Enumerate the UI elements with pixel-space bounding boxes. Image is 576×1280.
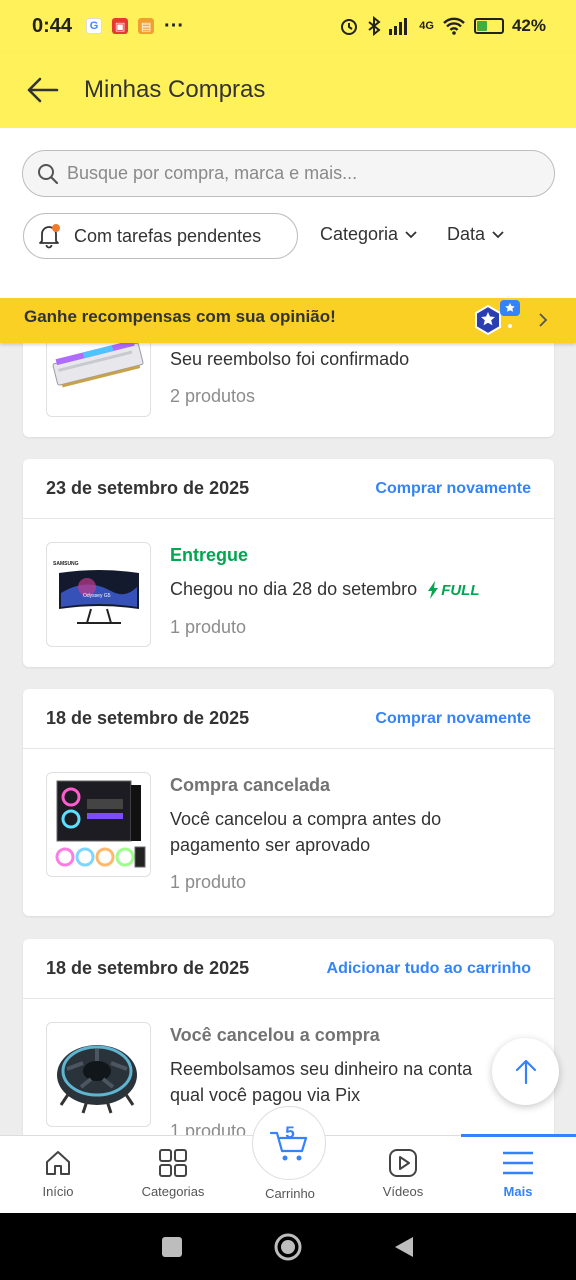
search-input[interactable]: Busque por compra, marca e mais... bbox=[22, 150, 555, 197]
back-triangle-icon[interactable] bbox=[393, 1235, 415, 1259]
back-button[interactable] bbox=[0, 52, 84, 128]
card-header: 23 de setembro de 2025 Comprar novamente bbox=[23, 459, 554, 519]
nav-cart-label: Carrinho bbox=[265, 1186, 315, 1201]
pending-tasks-chip[interactable]: Com tarefas pendentes bbox=[23, 213, 298, 259]
notes-app-icon: ▤ bbox=[138, 18, 155, 34]
system-navigation-bar bbox=[0, 1213, 576, 1280]
order-status: Entregue bbox=[170, 545, 249, 565]
banner-text: Ganhe recompensas com sua opinião! bbox=[24, 306, 336, 326]
add-all-to-cart-button[interactable]: Adicionar tudo ao carrinho bbox=[327, 960, 531, 978]
home-icon bbox=[46, 1151, 70, 1175]
star-badge-icon bbox=[475, 300, 520, 336]
chevron-right-icon bbox=[539, 313, 548, 327]
lightning-icon bbox=[428, 581, 439, 600]
google-app-icon: G bbox=[86, 18, 103, 34]
network-type: 4G bbox=[419, 20, 434, 32]
nav-categories-label: Categorias bbox=[141, 1184, 205, 1199]
buy-again-button[interactable]: Comprar novamente bbox=[375, 710, 531, 728]
ram-memory-image bbox=[52, 339, 144, 388]
order-status: Você cancelou a compra bbox=[170, 1025, 380, 1045]
product-count: 1 produto bbox=[170, 872, 247, 892]
order-card[interactable]: Seu reembolso foi confirmado 2 produtos bbox=[23, 330, 554, 437]
order-detail: Chegou no dia 28 do setembro FULL bbox=[170, 577, 480, 603]
status-time: 0:44 bbox=[32, 14, 73, 37]
category-dropdown[interactable]: Categoria bbox=[320, 224, 418, 245]
nav-home[interactable]: Início bbox=[18, 1136, 98, 1214]
nav-videos-label: Vídeos bbox=[382, 1184, 424, 1199]
product-count: 1 produto bbox=[170, 617, 247, 637]
nav-videos[interactable]: Vídeos bbox=[363, 1136, 443, 1214]
order-date: 18 de setembro de 2025 bbox=[46, 708, 250, 728]
chevron-down-icon bbox=[405, 230, 417, 238]
full-badge-label: FULL bbox=[441, 581, 480, 599]
product-thumbnail bbox=[46, 772, 151, 877]
nav-categories[interactable]: Categorias bbox=[133, 1136, 213, 1214]
nav-more[interactable]: Mais bbox=[478, 1136, 558, 1214]
home-button-icon[interactable] bbox=[273, 1232, 303, 1262]
nav-home-label: Início bbox=[42, 1184, 74, 1199]
full-badge: FULL bbox=[427, 578, 480, 603]
pending-tasks-label: Com tarefas pendentes bbox=[74, 225, 262, 246]
category-label: Categoria bbox=[320, 224, 399, 244]
order-card[interactable]: 23 de setembro de 2025 Comprar novamente… bbox=[23, 459, 554, 667]
shopping-app-icon: ▣ bbox=[112, 18, 129, 34]
order-date: 18 de setembro de 2025 bbox=[46, 958, 250, 978]
product-thumbnail bbox=[46, 330, 151, 417]
app-header: Minhas Compras bbox=[0, 52, 576, 128]
search-placeholder: Busque por compra, marca e mais... bbox=[67, 163, 358, 183]
alarm-icon bbox=[341, 19, 358, 35]
arrow-left-icon bbox=[27, 77, 59, 103]
buy-again-button[interactable]: Comprar novamente bbox=[375, 480, 531, 498]
search-icon bbox=[38, 163, 59, 184]
order-detail: Seu reembolso foi confirmado bbox=[170, 349, 410, 369]
recents-icon[interactable] bbox=[161, 1236, 183, 1258]
more-notifications-icon: ··· bbox=[164, 14, 185, 37]
battery-icon bbox=[473, 18, 504, 34]
page-title: Minhas Compras bbox=[84, 76, 266, 103]
grid-icon bbox=[159, 1149, 187, 1177]
arrow-up-icon bbox=[515, 1059, 536, 1084]
product-thumbnail: SAMSUNG Odyssey G5 bbox=[46, 542, 151, 647]
pc-case-image bbox=[55, 780, 146, 868]
monitor-image: SAMSUNG Odyssey G5 bbox=[53, 561, 139, 624]
order-detail: Reembolsamos seu dinheiro na conta bbox=[170, 1059, 473, 1079]
menu-icon bbox=[503, 1151, 533, 1175]
battery-level bbox=[476, 21, 488, 31]
card-header: 18 de setembro de 2025 Comprar novamente bbox=[23, 689, 554, 749]
bell-icon bbox=[39, 224, 60, 249]
battery-percent: 42% bbox=[511, 16, 546, 35]
nav-more-label: Mais bbox=[503, 1184, 533, 1199]
signal-icon bbox=[389, 18, 408, 35]
order-detail: Você cancelou a compra antes do bbox=[170, 809, 442, 829]
date-label: Data bbox=[447, 224, 486, 244]
play-icon bbox=[389, 1149, 417, 1177]
status-bar: 0:44 G ▣ ▤ ··· 4G 42% bbox=[0, 0, 576, 52]
order-detail-2: qual você pagou via Pix bbox=[170, 1085, 361, 1105]
scroll-top-button[interactable] bbox=[492, 1038, 559, 1105]
date-dropdown[interactable]: Data bbox=[447, 224, 505, 245]
order-card[interactable]: 18 de setembro de 2025 Comprar novamente… bbox=[23, 689, 554, 916]
product-model: Odyssey G5 bbox=[83, 593, 111, 599]
delivery-text: Chegou no dia 28 do setembro bbox=[170, 579, 418, 599]
product-count: 2 produtos bbox=[170, 386, 256, 406]
filter-panel: Busque por compra, marca e mais... Com t… bbox=[0, 128, 576, 298]
card-header: 18 de setembro de 2025 Adicionar tudo ao… bbox=[23, 939, 554, 999]
nav-cart[interactable]: 5 bbox=[252, 1106, 326, 1180]
cpu-cooler-image bbox=[57, 1045, 137, 1114]
cart-count: 5 bbox=[285, 1123, 295, 1142]
order-date: 23 de setembro de 2025 bbox=[46, 478, 250, 498]
product-thumbnail bbox=[46, 1022, 151, 1127]
order-status: Compra cancelada bbox=[170, 775, 331, 795]
bluetooth-icon bbox=[368, 16, 381, 36]
rewards-banner[interactable]: Ganhe recompensas com sua opinião! bbox=[0, 298, 576, 343]
wifi-icon bbox=[443, 17, 465, 35]
order-detail-2: pagamento ser aprovado bbox=[170, 835, 371, 855]
chevron-down-icon bbox=[492, 230, 504, 238]
product-brand: SAMSUNG bbox=[53, 561, 79, 567]
